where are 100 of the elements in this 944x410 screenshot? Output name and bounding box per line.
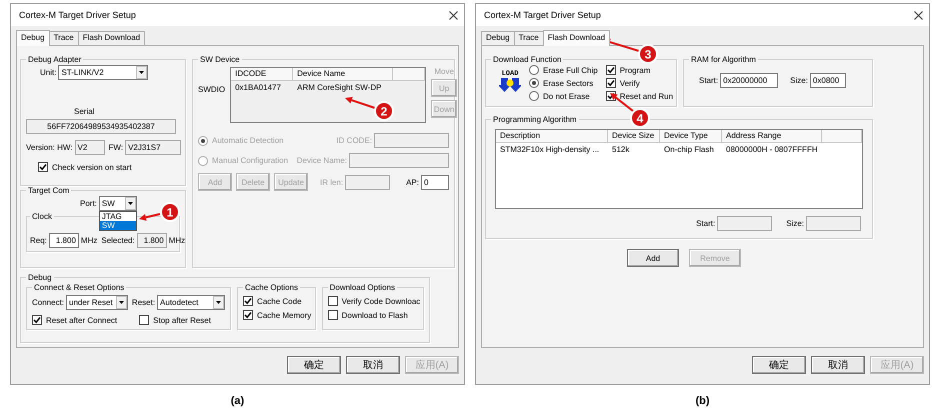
column-header[interactable]: Description	[496, 130, 608, 143]
input-field[interactable]: 0x0800	[810, 73, 846, 88]
checkbox[interactable]	[328, 296, 338, 306]
group-title: RAM for Algorithm	[690, 55, 757, 64]
unit-label: MHz	[80, 236, 98, 245]
dropdown[interactable]: ST-LINK/V2	[58, 65, 148, 80]
window-title: Cortex-M Target Driver Setup	[484, 10, 601, 20]
field-label: Move	[434, 67, 454, 76]
field-label: Size:	[786, 219, 804, 228]
checkbox-label: Program	[620, 66, 650, 74]
radio-button[interactable]	[529, 91, 539, 101]
column-header[interactable]: Device Size	[608, 130, 660, 143]
checkbox-label: Download to Flash	[342, 310, 408, 320]
checkbox-label: Check version on start	[52, 162, 132, 172]
field-label: Start:	[696, 219, 716, 228]
dropdown[interactable]: SW	[98, 196, 137, 211]
checkbox-label: Stop after Reset	[153, 316, 211, 324]
table-cell-text: On-chip Flash	[663, 144, 715, 156]
cancel-button[interactable]: 取消	[811, 356, 865, 374]
tab[interactable]: Flash Download	[78, 31, 146, 45]
table-cell-text: 512k	[611, 144, 630, 156]
group-title: Target Com	[27, 186, 70, 195]
close-icon[interactable]	[449, 10, 458, 20]
caret-icon	[213, 296, 224, 309]
field-label: Version: HW:	[26, 143, 73, 152]
column-header[interactable]: Address Range	[722, 130, 822, 143]
column-header[interactable]: Device Name	[293, 68, 394, 81]
checkbox[interactable]	[328, 310, 338, 320]
field-label: FW:	[108, 143, 124, 152]
pointer-arrow	[345, 96, 376, 109]
window-title: Cortex-M Target Driver Setup	[19, 10, 136, 20]
field-label: IR len:	[320, 178, 344, 186]
column-header[interactable]: IDCODE	[231, 68, 294, 81]
field-label: Req:	[30, 236, 47, 245]
table-cell-text: ARM CoreSight SW-DP	[296, 82, 382, 94]
checkbox[interactable]	[32, 315, 42, 325]
caret-icon	[116, 296, 127, 309]
checkbox[interactable]	[606, 78, 616, 88]
group-title: Clock	[31, 212, 54, 221]
dropdown-option[interactable]: SW	[100, 221, 136, 230]
group-title: Download Function	[492, 55, 562, 64]
checkbox[interactable]	[38, 162, 48, 172]
tab[interactable]: Flash Download	[542, 30, 610, 46]
field-label: ID CODE:	[336, 136, 372, 145]
field-label: Port:	[80, 199, 97, 208]
checkbox-label: Verify	[620, 78, 640, 88]
tab[interactable]: Debug	[481, 31, 515, 45]
radio-label: Erase Full Chip	[543, 66, 598, 74]
checkbox[interactable]	[243, 310, 254, 320]
checkbox[interactable]	[606, 65, 616, 75]
checkbox-label: Reset and Run	[620, 92, 674, 100]
column-header[interactable]: Device Type	[660, 130, 722, 143]
checkbox-label: Verify Code Downloac	[342, 296, 420, 306]
group-title: Programming Algorithm	[492, 115, 578, 124]
table-cell-text: STM32F10x High-density ...	[499, 144, 600, 156]
field-label: AP:	[406, 178, 419, 186]
checkbox-label: Cache Memory	[257, 310, 312, 320]
table-cell-text: 08000000H - 0807FFFFH	[725, 144, 819, 156]
input-field[interactable]: 1.800	[48, 233, 79, 248]
radio-label: Do not Erase	[543, 92, 590, 100]
ok-button[interactable]: 确定	[287, 356, 341, 374]
close-icon[interactable]	[914, 10, 923, 20]
pointer-arrow	[139, 213, 160, 221]
figure-caption: (b)	[695, 395, 710, 407]
input-field[interactable]: 0x20000000	[720, 73, 778, 88]
dropdown[interactable]: Autodetect	[157, 295, 226, 310]
field-label: Serial	[74, 107, 94, 116]
number-badge: 2	[374, 101, 394, 121]
group-title: Connect & Reset Options	[33, 283, 126, 292]
input-field[interactable]: 0	[421, 174, 449, 190]
unit-label: MHz	[168, 236, 186, 245]
checkbox[interactable]	[139, 315, 150, 325]
field-label: Selected:	[101, 236, 135, 245]
checkbox-label: Reset after Connect	[46, 316, 118, 324]
tab[interactable]: Debug	[16, 30, 50, 46]
number-badge: 3	[638, 44, 658, 64]
radio-button[interactable]	[529, 65, 539, 75]
add-button[interactable]: Add	[627, 249, 679, 267]
radio-button[interactable]	[529, 78, 539, 88]
field-label: Reset:	[132, 298, 156, 307]
field-label: Start:	[699, 76, 718, 85]
figure-caption: (a)	[230, 395, 244, 407]
row-label: SWDIO	[198, 85, 226, 94]
group-title: Debug	[27, 273, 53, 282]
radio-label: Automatic Detection	[212, 136, 284, 145]
radio-label: Manual Configuration	[212, 156, 288, 165]
field-label: Size:	[790, 76, 808, 85]
group-title: Download Options	[328, 283, 396, 292]
cancel-button[interactable]: 取消	[346, 356, 400, 374]
number-badge: 4	[630, 108, 650, 128]
dropdown-option[interactable]: JTAG	[100, 212, 136, 221]
field-label: Unit:	[40, 68, 56, 77]
ok-button[interactable]: 确定	[752, 356, 806, 374]
checkbox-label: Cache Code	[257, 296, 302, 306]
dropdown[interactable]: under Reset	[66, 295, 128, 310]
checkbox[interactable]	[243, 296, 254, 306]
caret-icon	[136, 66, 148, 79]
group-title: SW Device	[199, 55, 241, 64]
group-title: Debug Adapter	[27, 55, 82, 64]
radio-label: Erase Sectors	[543, 78, 594, 88]
